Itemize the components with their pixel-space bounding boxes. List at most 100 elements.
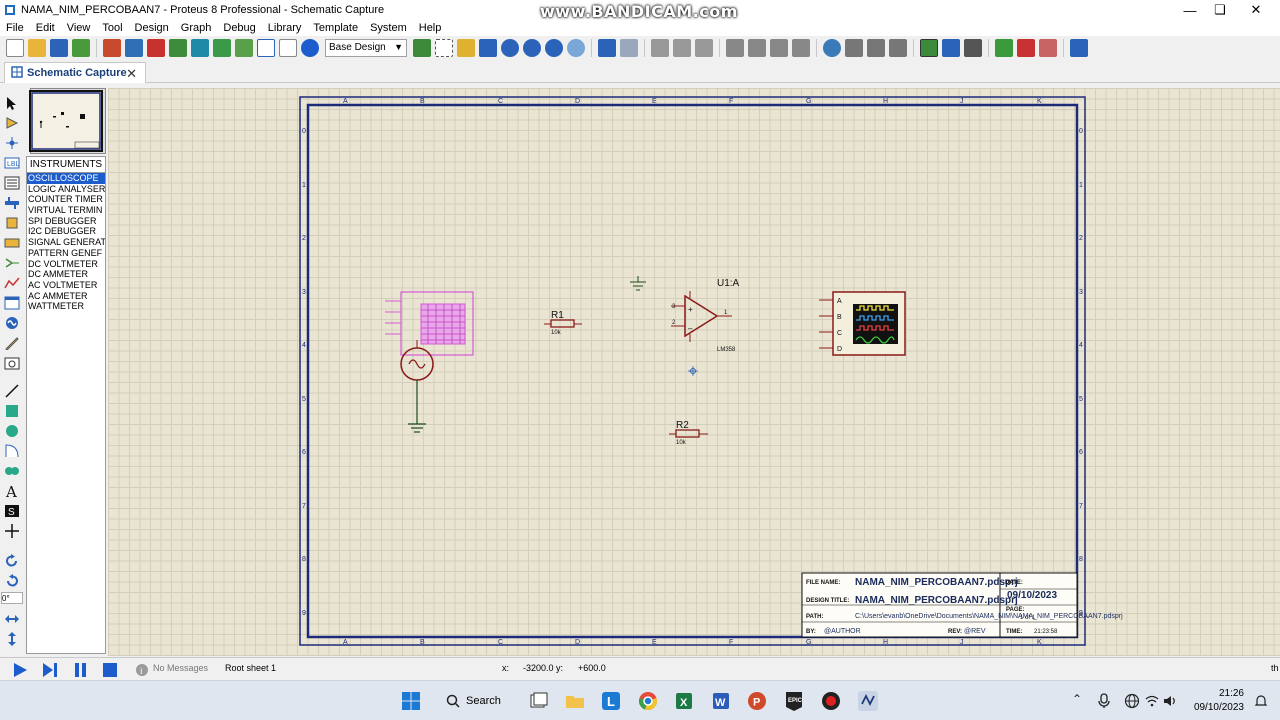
origin-icon[interactable]	[457, 39, 475, 57]
circle-draw-icon[interactable]	[4, 424, 20, 438]
device-pins-icon[interactable]	[4, 256, 20, 270]
taskbar-app-l-icon[interactable]: L	[600, 690, 622, 712]
epic-games-icon[interactable]: EPIC	[783, 690, 805, 712]
taskbar-search[interactable]: Search	[446, 689, 516, 713]
close-window-button[interactable]: ✕	[1238, 0, 1274, 20]
pick-device-icon[interactable]	[823, 39, 841, 57]
graph-mode-icon[interactable]	[4, 276, 20, 290]
language-globe-icon[interactable]	[1124, 693, 1140, 709]
maximize-button[interactable]: ❏	[1202, 0, 1238, 20]
close-tab-icon[interactable]: ✕	[126, 66, 137, 82]
menu-debug[interactable]: Debug	[217, 22, 261, 34]
pause-simulation-icon[interactable]	[72, 662, 88, 678]
back-icon[interactable]	[169, 39, 187, 57]
windows-start-icon[interactable]	[400, 690, 422, 712]
wire-label-icon[interactable]: LBL	[4, 156, 20, 170]
search-tag-icon[interactable]	[942, 39, 960, 57]
resistor-r2[interactable]: R2 10k	[669, 420, 708, 446]
zoom-in-icon[interactable]	[501, 39, 519, 57]
run-simulation-icon[interactable]	[12, 662, 28, 678]
menu-graph[interactable]: Graph	[175, 22, 218, 34]
device-item-signal-generator[interactable]: SIGNAL GENERAT	[27, 237, 105, 248]
cut-icon[interactable]	[651, 39, 669, 57]
block-copy-icon[interactable]	[726, 39, 744, 57]
packaging-tool-icon[interactable]	[867, 39, 885, 57]
device-item-ac-ammeter[interactable]: AC AMMETER	[27, 291, 105, 302]
text-draw-icon[interactable]: A	[4, 484, 20, 498]
rotate-anticlockwise-icon[interactable]	[4, 574, 20, 588]
device-item-counter-timer[interactable]: COUNTER TIMER	[27, 194, 105, 205]
powerpoint-icon[interactable]: P	[746, 690, 768, 712]
marker-draw-icon[interactable]	[4, 524, 20, 538]
block-move-icon[interactable]	[748, 39, 766, 57]
bandicam-record-icon[interactable]	[820, 690, 842, 712]
gerber-icon[interactable]	[191, 39, 209, 57]
menu-design[interactable]: Design	[129, 22, 175, 34]
word-icon[interactable]: W	[710, 690, 732, 712]
excel-icon[interactable]: X	[673, 690, 695, 712]
wire-autorouter-icon[interactable]	[920, 39, 938, 57]
line-draw-icon[interactable]	[4, 384, 20, 398]
overview-preview[interactable]	[29, 90, 103, 152]
oscilloscope-component[interactable]: A B C D	[819, 291, 906, 356]
pan-icon[interactable]	[479, 39, 497, 57]
import-icon[interactable]	[72, 39, 90, 57]
tab-schematic-capture[interactable]: Schematic Capture ✕	[4, 62, 146, 83]
microphone-icon[interactable]	[1097, 693, 1111, 709]
decompose-icon[interactable]	[889, 39, 907, 57]
device-item-logic-analyser[interactable]: LOGIC ANALYSER	[27, 184, 105, 195]
show-hidden-icons-icon[interactable]: ⌃	[1072, 692, 1082, 706]
instruments-mode-icon[interactable]	[4, 356, 20, 370]
menu-view[interactable]: View	[61, 22, 97, 34]
redo-icon[interactable]	[620, 39, 638, 57]
terminals-icon[interactable]	[4, 236, 20, 250]
device-item-dc-voltmeter[interactable]: DC VOLTMETER	[27, 259, 105, 270]
message-status[interactable]: No Messages	[153, 663, 208, 673]
file-explorer-icon[interactable]	[564, 690, 586, 712]
block-delete-icon[interactable]	[792, 39, 810, 57]
selection-mode-icon[interactable]	[4, 96, 20, 110]
subcircuit-icon[interactable]	[4, 216, 20, 230]
home-icon[interactable]	[103, 39, 121, 57]
device-item-dc-ammeter[interactable]: DC AMMETER	[27, 269, 105, 280]
device-item-ac-voltmeter[interactable]: AC VOLTMETER	[27, 280, 105, 291]
undo-icon[interactable]	[598, 39, 616, 57]
new-sheet-icon[interactable]	[995, 39, 1013, 57]
menu-template[interactable]: Template	[307, 22, 364, 34]
mirror-horizontal-icon[interactable]	[4, 612, 20, 626]
junction-dot-icon[interactable]	[4, 136, 20, 150]
menu-help[interactable]: Help	[413, 22, 448, 34]
generator-mode-icon[interactable]	[4, 316, 20, 330]
open-folder-icon[interactable]	[28, 39, 46, 57]
save-icon[interactable]	[50, 39, 68, 57]
device-item-i2c-debugger[interactable]: I2C DEBUGGER	[27, 226, 105, 237]
wifi-icon[interactable]	[1145, 694, 1159, 708]
zoom-area-icon[interactable]	[567, 39, 585, 57]
menu-edit[interactable]: Edit	[30, 22, 61, 34]
box-draw-icon[interactable]	[4, 404, 20, 418]
grid-toggle-icon[interactable]	[435, 39, 453, 57]
copy-icon[interactable]	[673, 39, 691, 57]
electrical-rule-check-icon[interactable]	[1070, 39, 1088, 57]
arc-draw-icon[interactable]	[4, 444, 20, 458]
menu-library[interactable]: Library	[262, 22, 308, 34]
block-rotate-icon[interactable]	[770, 39, 788, 57]
remove-sheet-icon[interactable]	[1017, 39, 1035, 57]
design-variant-select[interactable]: Base Design ▼	[325, 39, 407, 57]
device-item-oscilloscope[interactable]: OSCILLOSCOPE	[27, 173, 105, 184]
refresh-icon[interactable]	[413, 39, 431, 57]
bom-icon[interactable]	[213, 39, 231, 57]
ground-terminal-top[interactable]	[630, 276, 646, 291]
step-simulation-icon[interactable]	[42, 662, 58, 678]
symbol-draw-icon[interactable]: S	[4, 504, 20, 518]
mirror-vertical-icon[interactable]	[4, 632, 20, 646]
notes-icon[interactable]	[279, 39, 297, 57]
chrome-icon[interactable]	[637, 690, 659, 712]
device-item-wattmeter[interactable]: WATTMETER	[27, 301, 105, 312]
signal-generator-component[interactable]	[385, 291, 474, 356]
opamp-u1a[interactable]: + – 3 2 1 U1:A LM358	[671, 278, 740, 353]
rotation-angle-field[interactable]: 0°	[1, 592, 23, 604]
help-icon[interactable]	[301, 39, 319, 57]
schematic-canvas[interactable]: A B C D E F G H J K A B C D E F G H J K …	[108, 88, 1280, 656]
path-draw-icon[interactable]	[4, 464, 20, 478]
